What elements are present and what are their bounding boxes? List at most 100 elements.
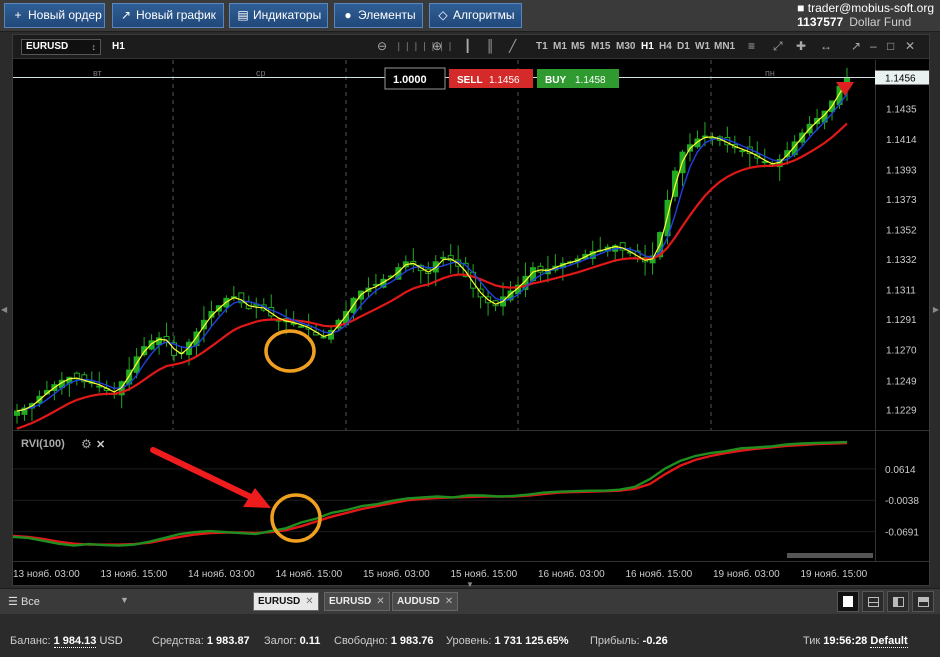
close-icon[interactable]: ✕ xyxy=(905,39,915,53)
candle-body xyxy=(761,161,768,164)
tf-m5[interactable]: M5 xyxy=(571,41,585,52)
timezone-select[interactable]: Default xyxy=(870,635,908,648)
price-tick-label: 1.1414 xyxy=(886,135,917,146)
close-icon[interactable]: ✕ xyxy=(305,596,313,607)
close-indicator-icon[interactable]: ✕ xyxy=(96,439,105,451)
chevron-updown-icon: ↕ xyxy=(91,42,97,52)
tf-m1[interactable]: M1 xyxy=(553,41,567,52)
tab-eurusd-2[interactable]: EURUSD ✕ xyxy=(324,592,390,611)
margin-value: 0.11 xyxy=(299,635,321,647)
layout-columns-button[interactable] xyxy=(887,591,909,612)
candle-body xyxy=(537,265,544,273)
candle-body xyxy=(96,385,103,388)
free-margin: Свободно: 1 983.76 xyxy=(334,635,434,647)
tab-label: EURUSD xyxy=(258,596,301,607)
price-pane xyxy=(13,60,875,430)
free-value: 1 983.76 xyxy=(390,635,434,647)
candle-body xyxy=(298,325,305,328)
close-icon[interactable]: ✕ xyxy=(376,596,384,607)
popout-icon[interactable]: ↗ xyxy=(851,39,861,53)
tf-h1[interactable]: H1 xyxy=(641,41,654,52)
minimize-icon[interactable]: – xyxy=(870,39,877,53)
sell-price: 1.1456 xyxy=(489,75,520,86)
symbol-select[interactable]: EURUSD ↕ xyxy=(21,39,101,55)
equity-label: Средства: xyxy=(152,635,204,647)
zoom-slider[interactable]: ❘❘❘❘❘❘❘ xyxy=(395,41,455,52)
profit-label: Прибыль: xyxy=(590,635,640,647)
tf-d1[interactable]: D1 xyxy=(677,41,690,52)
tab-audusd[interactable]: AUDUSD ✕ xyxy=(392,592,459,611)
horizontal-scrollbar[interactable] xyxy=(787,553,873,558)
indicator-icon: ▤ xyxy=(237,8,249,22)
format-icon[interactable]: ≡ xyxy=(748,39,755,53)
quantity-value: 1.0000 xyxy=(393,74,427,86)
candle-chart-icon[interactable]: ║ xyxy=(486,39,495,53)
candle-body xyxy=(440,256,447,259)
layout-grid-button[interactable] xyxy=(862,591,884,612)
fit-width-icon[interactable]: ↔ xyxy=(820,39,832,53)
time-axis-label: 13 нояб. 15:00 xyxy=(101,568,168,580)
time-axis-label: 15 нояб. 15:00 xyxy=(451,568,518,580)
tf-m30[interactable]: M30 xyxy=(616,41,635,52)
price-tick-label: 1.1311 xyxy=(886,286,916,297)
tf-w1[interactable]: W1 xyxy=(695,41,710,52)
zoom-out-icon[interactable]: ⊖ xyxy=(377,39,387,53)
price-tick-label: 1.1393 xyxy=(886,166,917,177)
chevron-down-icon[interactable]: ▼ xyxy=(120,595,129,605)
right-collapse-icon[interactable]: ▶ xyxy=(933,305,939,314)
price-tick-label: 1.1249 xyxy=(886,376,917,387)
tab-eurusd-1[interactable]: EURUSD ✕ xyxy=(253,592,319,611)
layout-grid-icon xyxy=(868,597,879,607)
tf-t1[interactable]: T1 xyxy=(536,41,548,52)
line-chart-icon[interactable]: ╱ xyxy=(509,39,516,53)
free-label: Свободно: xyxy=(334,635,388,647)
tab-label: EURUSD xyxy=(329,596,372,607)
zoom-in-icon[interactable]: ⊕ xyxy=(432,39,442,53)
left-collapse-icon[interactable]: ◀ xyxy=(1,305,7,314)
candle-body xyxy=(133,356,140,373)
indicators-label: Индикаторы xyxy=(253,8,322,22)
time-axis-label: 16 нояб. 03:00 xyxy=(538,568,605,580)
gear-icon[interactable]: ⚙ xyxy=(81,437,92,451)
day-label: ср xyxy=(256,68,266,78)
equity-value: 1 983.87 xyxy=(206,635,250,647)
maximize-icon[interactable]: □ xyxy=(887,39,894,53)
time-axis-label: 15 нояб. 03:00 xyxy=(363,568,430,580)
account-info[interactable]: ■ trader@mobius-soft.org 1137577 Dollar F… xyxy=(797,1,934,29)
balance-value[interactable]: 1 984.13 xyxy=(53,635,97,648)
new-chart-button[interactable]: ↗ Новый график xyxy=(112,3,224,28)
algorithms-button[interactable]: ◇ Алгоритмы xyxy=(429,3,522,28)
profit: Прибыль: -0.26 xyxy=(590,635,668,647)
layout-single-button[interactable] xyxy=(837,591,859,612)
time-axis-label: 19 нояб. 15:00 xyxy=(801,568,868,580)
balance-label: Баланс: xyxy=(10,635,51,647)
day-label: вт xyxy=(93,68,102,78)
level-value: 1 731 125.65% xyxy=(494,635,569,647)
day-label: пн xyxy=(765,68,775,78)
tf-m15[interactable]: M15 xyxy=(591,41,610,52)
crosshair-icon[interactable]: ✚ xyxy=(796,39,806,53)
new-order-button[interactable]: + Новый ордер xyxy=(4,3,105,28)
last-price-text: 1.1456 xyxy=(885,74,916,85)
profit-value: -0.26 xyxy=(642,635,668,647)
elements-button[interactable]: ● Элементы xyxy=(334,3,423,28)
filter-select[interactable]: ☰ Все xyxy=(8,595,40,608)
quick-trade-panel: 1.0000 SELL 1.1456 BUY 1.1458 xyxy=(384,67,619,90)
timeframe-label: H1 xyxy=(112,41,125,52)
chart-canvas[interactable]: вт ср пн 1.1435 1.1414 1.1393 1.1373 1.1352 1… xyxy=(13,60,929,586)
close-icon[interactable]: ✕ xyxy=(445,596,453,607)
indicators-button[interactable]: ▤ Индикаторы xyxy=(229,3,328,28)
new-chart-label: Новый график xyxy=(136,8,216,22)
equity: Средства: 1 983.87 xyxy=(152,635,250,647)
symbol-value: EURUSD xyxy=(26,41,69,52)
brush-icon: ● xyxy=(344,8,352,22)
tf-mn1[interactable]: MN1 xyxy=(714,41,735,52)
clock: Тик 19:56:28 Default xyxy=(803,635,908,648)
elements-label: Элементы xyxy=(358,8,416,22)
bar-chart-icon[interactable]: ┃ xyxy=(464,39,471,53)
top-toolbar: + Новый ордер ↗ Новый график ▤ Индикаторы ●… xyxy=(0,0,940,32)
layout-rows-button[interactable] xyxy=(912,591,934,612)
tab-label: AUDUSD xyxy=(397,596,440,607)
draw-line-icon[interactable]: ⤢ xyxy=(773,39,783,54)
tf-h4[interactable]: H4 xyxy=(659,41,672,52)
